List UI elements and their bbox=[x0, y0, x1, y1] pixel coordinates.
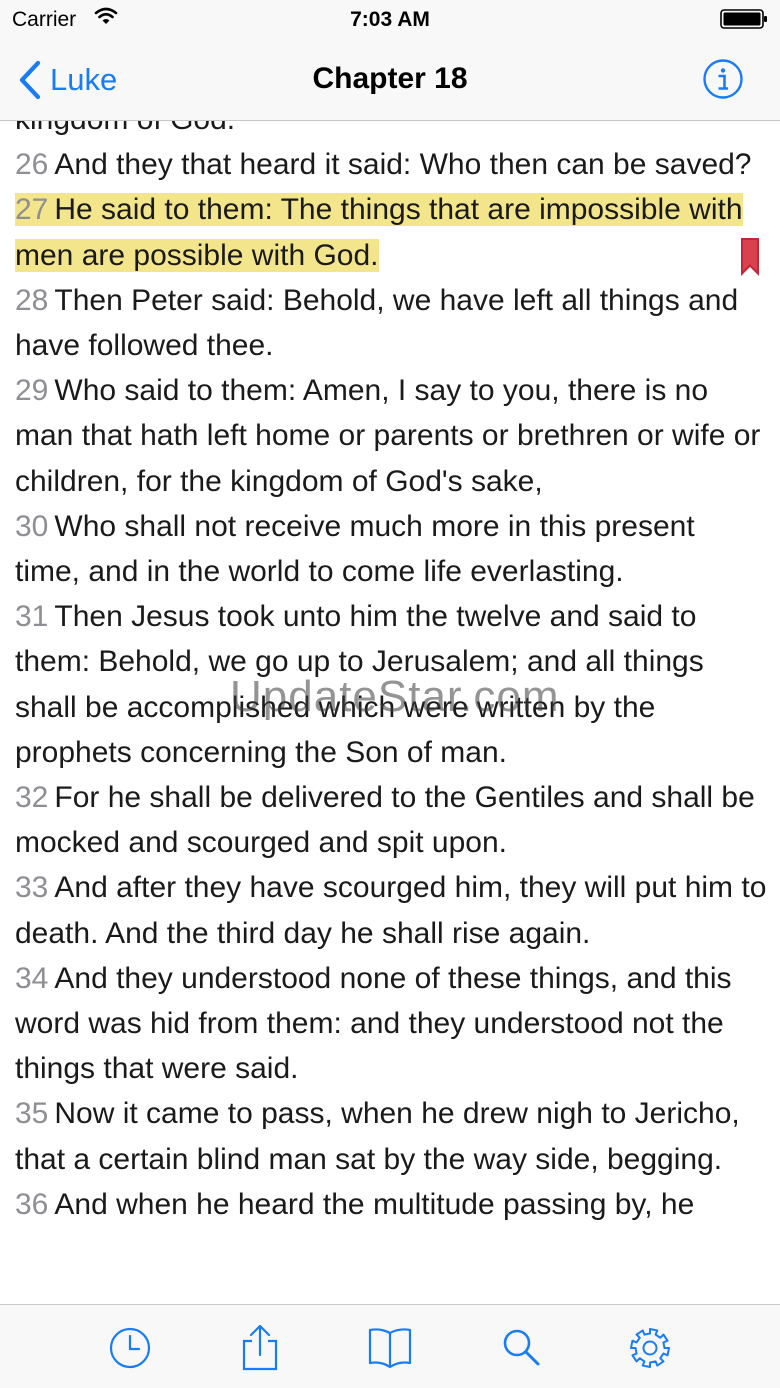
page-title: Chapter 18 bbox=[312, 62, 468, 95]
verse-28[interactable]: 28 Then Peter said: Behold, we have left … bbox=[15, 278, 767, 368]
verse-text-wrap: 30 Who shall not receive much more in thi… bbox=[15, 510, 695, 588]
verse-list: kingdom of God. 26And they that heard it… bbox=[15, 100, 767, 1227]
info-icon[interactable] bbox=[702, 58, 744, 100]
verse-text: He said to them: The things that are imp… bbox=[15, 193, 743, 272]
battery-icon bbox=[720, 9, 767, 29]
highlighted-verse: 27 He said to them: The things that are i… bbox=[15, 193, 743, 272]
verse-34[interactable]: 34 And they understood none of these thin… bbox=[15, 956, 767, 1092]
tab-bar bbox=[0, 1304, 780, 1388]
navigation-bar: Luke Chapter 18 bbox=[0, 40, 780, 121]
verse-33[interactable]: 33 And after they have scourged him, they… bbox=[15, 865, 767, 955]
verse-number: 31 bbox=[15, 600, 49, 634]
clock-time: 7:03 AM bbox=[350, 8, 430, 31]
verse-text-wrap: 29 Who said to them: Amen, I say to you, … bbox=[15, 374, 760, 497]
book-icon[interactable] bbox=[368, 1325, 412, 1371]
share-icon[interactable] bbox=[238, 1325, 282, 1371]
verse-text: Then Peter said: Behold, we have left al… bbox=[15, 283, 739, 363]
verse-text: For he shall be delivered to the Gentile… bbox=[15, 781, 755, 860]
verse-36[interactable]: 36 And when he heard the multitude passin… bbox=[15, 1182, 767, 1227]
verse-35[interactable]: 35 Now it came to pass, when he drew nigh… bbox=[15, 1091, 767, 1181]
verse-text: And when he heard the multitude passing … bbox=[54, 1187, 695, 1221]
verse-text: Now it came to pass, when he drew nigh t… bbox=[15, 1097, 740, 1176]
verse-number: 33 bbox=[15, 871, 49, 905]
verse-text-wrap: 26 And they that heard it said: Who then … bbox=[15, 148, 752, 181]
verse-32[interactable]: 32 For he shall be delivered to the Genti… bbox=[15, 775, 767, 865]
verse-27[interactable]: 27 He said to them: The things that are i… bbox=[15, 187, 767, 277]
verse-text-wrap: 35 Now it came to pass, when he drew nigh… bbox=[15, 1097, 740, 1175]
verse-text: Who said to them: Amen, I say to you, th… bbox=[15, 374, 761, 498]
verse-text-wrap: 33 And after they have scourged him, they… bbox=[15, 871, 766, 949]
verse-number: 26 bbox=[15, 148, 49, 182]
verse-number: 35 bbox=[15, 1097, 49, 1131]
bookmark-icon[interactable] bbox=[741, 238, 759, 276]
status-bar: Carrier 7:03 AM bbox=[0, 0, 780, 40]
verse-26[interactable]: 26 And they that heard it said: Who then … bbox=[15, 142, 767, 187]
watermark: UpdateStar.com bbox=[230, 672, 560, 721]
verse-number: 28 bbox=[15, 283, 49, 317]
verse-number: 32 bbox=[15, 781, 49, 815]
verse-29[interactable]: 29 Who said to them: Amen, I say to you, … bbox=[15, 368, 767, 504]
verse-30[interactable]: 30 Who shall not receive much more in thi… bbox=[15, 504, 767, 594]
search-icon[interactable] bbox=[500, 1325, 544, 1371]
verse-text: Who shall not receive much more in this … bbox=[15, 509, 695, 589]
verse-text: And after they have scourged him, they w… bbox=[15, 871, 767, 950]
verse-text-wrap: 32 For he shall be delivered to the Genti… bbox=[15, 781, 755, 859]
verse-text-wrap: 28 Then Peter said: Behold, we have left … bbox=[15, 284, 738, 362]
verse-text-wrap: 36 And when he heard the multitude passin… bbox=[15, 1188, 694, 1221]
verse-text: And they understood none of these things… bbox=[15, 961, 732, 1086]
history-clock-icon[interactable] bbox=[108, 1325, 152, 1371]
verse-text-wrap: 34 And they understood none of these thin… bbox=[15, 962, 732, 1085]
verse-number: 36 bbox=[15, 1187, 49, 1221]
settings-gear-icon[interactable] bbox=[628, 1325, 672, 1371]
verse-text: And they that heard it said: Who then ca… bbox=[54, 148, 752, 182]
verse-number: 30 bbox=[15, 509, 49, 543]
verse-number: 29 bbox=[15, 374, 49, 408]
verse-number: 27 bbox=[15, 193, 49, 227]
verse-number: 34 bbox=[15, 961, 49, 995]
